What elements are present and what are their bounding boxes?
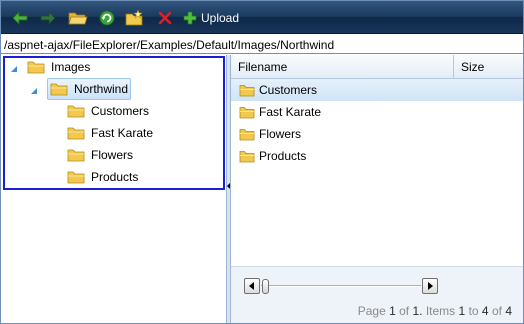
scroll-track[interactable] [261,285,421,287]
pager-to-word: to [468,304,479,318]
pager-of-word: of [399,304,410,318]
grid-row-label: Flowers [259,127,302,141]
grid-row-label: Fast Karate [259,105,322,119]
folder-icon [67,105,85,118]
grid-row-label: Products [259,149,307,163]
grid-footer: Page 1 of 1. Items 1 to 4 of 4 [231,266,523,323]
tree-node-northwind[interactable]: Northwind [50,79,128,99]
tree-node-flowers[interactable]: Flowers [67,145,133,165]
grid-header: Filename Size [231,55,523,79]
folder-icon [67,149,85,162]
tree-node-products[interactable]: Products [67,167,138,187]
folder-tree: Images Northwind Customers Fast Karate F… [1,55,226,323]
grid-row-fast-karate[interactable]: Fast Karate [231,101,523,123]
pager-page-word: Page [357,304,386,318]
folder-icon [239,106,255,118]
collapse-arrow-icon[interactable] [227,183,230,189]
folder-icon [27,61,45,74]
expand-arrow-icon[interactable] [30,87,38,95]
folder-icon [239,128,255,140]
scroll-right-button[interactable] [422,278,438,294]
column-header-size[interactable]: Size [454,55,523,78]
chevron-right-icon [428,282,433,290]
pager-info: Page 1 of 1. Items 1 to 4 of 4 [358,304,512,318]
pager-page-count: 1. [412,304,423,318]
delete-icon[interactable] [155,8,175,28]
grid-row-flowers[interactable]: Flowers [231,123,523,145]
new-folder-icon[interactable] [125,8,145,28]
address-bar[interactable]: /aspnet-ajax/FileExplorer/Examples/Defau… [1,35,523,54]
chevron-left-icon [249,282,254,290]
scroll-thumb[interactable] [262,279,269,294]
tree-node-label: Customers [91,104,150,118]
back-arrow-icon[interactable] [10,8,30,28]
tree-node-label: Images [51,60,91,74]
folder-icon [239,150,255,162]
tree-node-label: Northwind [74,82,129,96]
expand-arrow-icon[interactable] [10,65,18,73]
folder-icon [67,171,85,184]
tree-node-fast-karate[interactable]: Fast Karate [67,123,153,143]
file-explorer: Upload /aspnet-ajax/FileExplorer/Example… [0,0,524,324]
grid-row-products[interactable]: Products [231,145,523,167]
folder-icon [239,84,255,96]
tree-node-label: Fast Karate [91,126,154,140]
pager-items-word: Items [425,304,456,318]
upload-label: Upload [201,11,240,25]
refresh-icon[interactable] [97,8,117,28]
tree-node-customers[interactable]: Customers [67,101,149,121]
column-header-filename[interactable]: Filename [231,55,453,78]
pager-item-from: 1 [458,304,466,318]
folder-icon [67,127,85,140]
column-header-label: Filename [238,59,288,74]
file-grid: Filename Size Customers Fast Karate Flow… [231,55,523,323]
tree-node-label: Flowers [91,148,134,162]
open-folder-icon[interactable] [68,8,88,28]
plus-icon [183,11,197,25]
pager-item-to: 4 [481,304,489,318]
tree-node-images[interactable]: Images [27,57,90,77]
upload-button[interactable]: Upload [183,8,239,28]
toolbar: Upload [1,1,523,34]
pager-of-word-2: of [491,304,502,318]
pager-item-total: 4 [505,304,512,318]
tree-node-label: Products [91,170,139,184]
pager-page: 1 [389,304,396,318]
address-path: /aspnet-ajax/FileExplorer/Examples/Defau… [4,38,335,52]
grid-row-label: Customers [259,83,318,97]
grid-row-customers[interactable]: Customers [231,79,523,101]
folder-icon [50,83,68,96]
scroll-left-button[interactable] [244,278,260,294]
forward-arrow-icon[interactable] [38,8,58,28]
column-header-label: Size [461,59,485,74]
